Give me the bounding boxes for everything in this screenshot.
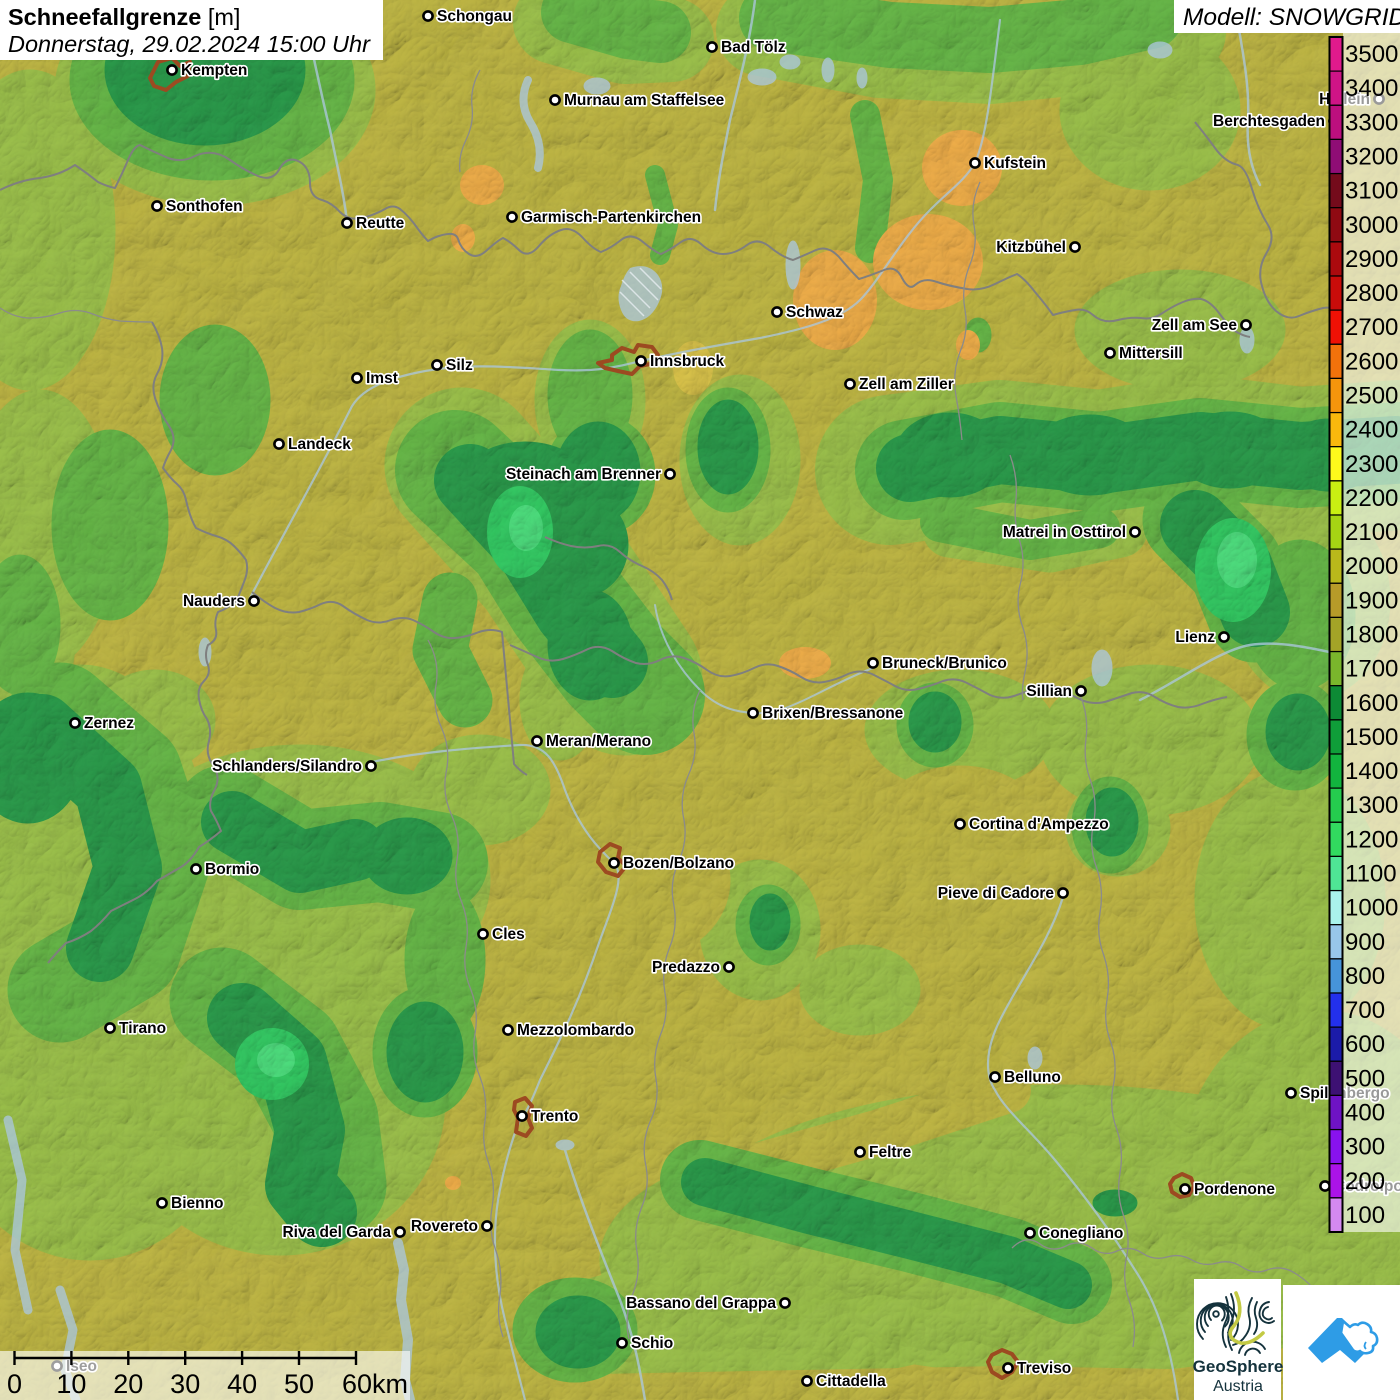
svg-text:40: 40	[227, 1369, 257, 1399]
svg-text:1900: 1900	[1345, 587, 1398, 614]
svg-text:Bienno: Bienno	[171, 1195, 224, 1212]
svg-text:3100: 3100	[1345, 178, 1398, 205]
svg-text:Landeck: Landeck	[288, 436, 351, 453]
svg-text:Sonthofen: Sonthofen	[166, 198, 243, 215]
svg-text:Schwaz: Schwaz	[786, 304, 843, 321]
svg-text:Modell: SNOWGRID: Modell: SNOWGRID	[1183, 4, 1400, 31]
svg-text:Riva del Garda: Riva del Garda	[282, 1224, 391, 1241]
svg-text:Belluno: Belluno	[1004, 1069, 1061, 1086]
svg-text:Tirano: Tirano	[119, 1020, 166, 1037]
svg-text:200: 200	[1345, 1168, 1385, 1195]
svg-text:Rovereto: Rovereto	[411, 1218, 478, 1235]
svg-text:Brixen/Bressanone: Brixen/Bressanone	[762, 705, 904, 722]
svg-text:Bad Tölz: Bad Tölz	[721, 39, 786, 56]
svg-text:2800: 2800	[1345, 280, 1398, 307]
svg-text:800: 800	[1345, 963, 1385, 990]
svg-text:Murnau am Staffelsee: Murnau am Staffelsee	[564, 92, 725, 109]
svg-text:Treviso: Treviso	[1017, 1360, 1071, 1377]
svg-text:0: 0	[7, 1369, 22, 1399]
svg-text:Feltre: Feltre	[869, 1144, 912, 1161]
svg-text:400: 400	[1345, 1100, 1385, 1127]
svg-text:Kufstein: Kufstein	[984, 155, 1046, 172]
svg-text:900: 900	[1345, 929, 1385, 956]
svg-text:700: 700	[1345, 997, 1385, 1024]
svg-text:Trento: Trento	[531, 1108, 578, 1125]
svg-text:Mittersill: Mittersill	[1119, 345, 1183, 362]
svg-text:2200: 2200	[1345, 485, 1398, 512]
svg-text:Bassano del Grappa: Bassano del Grappa	[626, 1295, 776, 1312]
svg-text:Lienz: Lienz	[1175, 629, 1215, 646]
svg-text:600: 600	[1345, 1031, 1385, 1058]
svg-text:Zell am See: Zell am See	[1152, 317, 1238, 334]
svg-text:3200: 3200	[1345, 144, 1398, 171]
svg-text:Imst: Imst	[366, 370, 398, 387]
svg-text:50: 50	[284, 1369, 314, 1399]
svg-text:1100: 1100	[1345, 861, 1397, 888]
svg-text:Schongau: Schongau	[437, 8, 512, 25]
svg-text:2900: 2900	[1345, 246, 1398, 273]
svg-text:1400: 1400	[1345, 758, 1398, 785]
svg-text:500: 500	[1345, 1065, 1385, 1092]
svg-text:Matrei in Osttirol: Matrei in Osttirol	[1003, 524, 1126, 541]
svg-text:Zernez: Zernez	[84, 715, 134, 732]
svg-text:10: 10	[56, 1369, 86, 1399]
svg-text:Conegliano: Conegliano	[1039, 1225, 1123, 1242]
svg-text:300: 300	[1345, 1134, 1385, 1161]
svg-text:60km: 60km	[342, 1369, 408, 1399]
svg-text:1500: 1500	[1345, 724, 1398, 751]
svg-text:1000: 1000	[1345, 895, 1398, 922]
svg-text:3500: 3500	[1345, 41, 1398, 68]
svg-text:1700: 1700	[1345, 656, 1398, 683]
svg-text:3400: 3400	[1345, 75, 1398, 102]
svg-text:100: 100	[1345, 1202, 1385, 1229]
svg-text:Schio: Schio	[631, 1335, 673, 1352]
svg-text:Sillian: Sillian	[1026, 683, 1072, 700]
svg-text:20: 20	[113, 1369, 143, 1399]
svg-text:Donnerstag, 29.02.2024 15:00 U: Donnerstag, 29.02.2024 15:00 Uhr	[8, 31, 371, 57]
svg-text:Kempten: Kempten	[181, 62, 247, 79]
svg-text:Schneefallgrenze [m]: Schneefallgrenze [m]	[8, 4, 240, 30]
svg-text:2500: 2500	[1345, 383, 1398, 410]
svg-text:2700: 2700	[1345, 314, 1398, 341]
svg-text:Kitzbühel: Kitzbühel	[996, 239, 1066, 256]
svg-text:Predazzo: Predazzo	[652, 959, 720, 976]
svg-text:2400: 2400	[1345, 417, 1398, 444]
svg-text:2100: 2100	[1345, 519, 1398, 546]
svg-text:Schlanders/Silandro: Schlanders/Silandro	[212, 758, 362, 775]
svg-text:1600: 1600	[1345, 690, 1398, 717]
svg-text:Garmisch-Partenkirchen: Garmisch-Partenkirchen	[521, 209, 701, 226]
svg-text:Reutte: Reutte	[356, 215, 405, 232]
svg-text:Bormio: Bormio	[205, 861, 259, 878]
svg-text:1800: 1800	[1345, 622, 1398, 649]
svg-text:Silz: Silz	[446, 357, 473, 374]
svg-text:Zell am Ziller: Zell am Ziller	[859, 376, 954, 393]
svg-text:Nauders: Nauders	[183, 593, 245, 610]
svg-text:Bruneck/Brunico: Bruneck/Brunico	[882, 655, 1007, 672]
svg-text:2600: 2600	[1345, 348, 1398, 375]
svg-text:2000: 2000	[1345, 553, 1398, 580]
svg-text:Meran/Merano: Meran/Merano	[546, 733, 651, 750]
svg-text:1200: 1200	[1345, 826, 1398, 853]
svg-text:3000: 3000	[1345, 212, 1398, 239]
svg-text:Pieve di Cadore: Pieve di Cadore	[938, 885, 1055, 902]
svg-text:1300: 1300	[1345, 792, 1398, 819]
svg-text:Cittadella: Cittadella	[816, 1373, 886, 1390]
svg-text:GeoSphere: GeoSphere	[1193, 1357, 1284, 1376]
svg-text:30: 30	[170, 1369, 200, 1399]
svg-text:Cles: Cles	[492, 926, 525, 943]
svg-text:Mezzolombardo: Mezzolombardo	[517, 1022, 634, 1039]
svg-text:Cortina d'Ampezzo: Cortina d'Ampezzo	[969, 816, 1109, 833]
svg-text:Austria: Austria	[1213, 1378, 1263, 1395]
svg-text:Bozen/Bolzano: Bozen/Bolzano	[623, 855, 734, 872]
svg-text:Berchtesgaden: Berchtesgaden	[1213, 113, 1325, 130]
svg-text:Pordenone: Pordenone	[1194, 1181, 1275, 1198]
svg-text:2300: 2300	[1345, 451, 1398, 478]
svg-text:3300: 3300	[1345, 109, 1398, 136]
svg-text:Steinach am Brenner: Steinach am Brenner	[506, 466, 661, 483]
svg-text:Innsbruck: Innsbruck	[650, 353, 724, 370]
